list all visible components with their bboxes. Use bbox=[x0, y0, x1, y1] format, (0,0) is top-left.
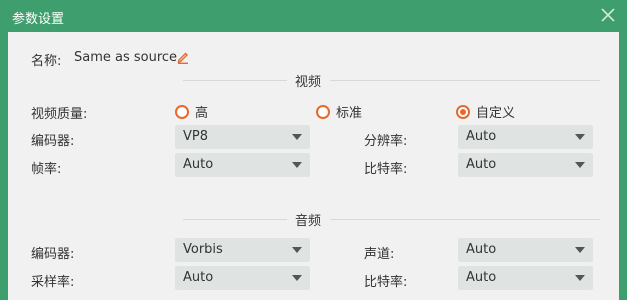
audio-encoder-label: 编码器: bbox=[31, 247, 75, 262]
chevron-down-icon bbox=[292, 134, 302, 140]
chevron-down-icon bbox=[575, 247, 585, 253]
chevron-down-icon bbox=[575, 275, 585, 281]
audio-bitrate-value: Auto bbox=[466, 270, 497, 285]
video-encoder-label: 编码器: bbox=[31, 134, 75, 149]
frame-rate-select[interactable]: Auto bbox=[175, 153, 310, 177]
settings-window: 参数设置 名称: Same as source 视频 视频质量: 高 标准 自定… bbox=[0, 0, 627, 300]
video-encoder-select[interactable]: VP8 bbox=[175, 125, 310, 149]
title-bar: 参数设置 bbox=[0, 0, 627, 32]
resolution-select[interactable]: Auto bbox=[458, 125, 593, 149]
frame-rate-value: Auto bbox=[183, 157, 214, 172]
chevron-down-icon bbox=[575, 162, 585, 168]
video-bitrate-select[interactable]: Auto bbox=[458, 153, 593, 177]
quality-radio-high[interactable]: 高 bbox=[175, 102, 208, 121]
video-bitrate-label: 比特率: bbox=[364, 162, 408, 177]
close-icon bbox=[601, 8, 615, 22]
channel-label: 声道: bbox=[364, 247, 395, 262]
audio-encoder-select[interactable]: Vorbis bbox=[175, 238, 310, 262]
radio-circle-checked bbox=[456, 104, 470, 119]
quality-option-custom: 自定义 bbox=[476, 106, 516, 121]
close-button[interactable] bbox=[597, 4, 619, 26]
chevron-down-icon bbox=[292, 275, 302, 281]
sample-rate-label: 采样率: bbox=[31, 275, 75, 290]
audio-bitrate-select[interactable]: Auto bbox=[458, 266, 593, 290]
chevron-down-icon bbox=[292, 247, 302, 253]
name-label: 名称: bbox=[31, 54, 62, 69]
video-encoder-value: VP8 bbox=[183, 129, 209, 144]
channel-select[interactable]: Auto bbox=[458, 238, 593, 262]
chevron-down-icon bbox=[292, 162, 302, 168]
video-bitrate-value: Auto bbox=[466, 157, 497, 172]
quality-radio-standard[interactable]: 标准 bbox=[316, 102, 362, 121]
audio-bitrate-label: 比特率: bbox=[364, 275, 408, 290]
quality-option-high: 高 bbox=[195, 106, 209, 121]
sample-rate-select[interactable]: Auto bbox=[175, 266, 310, 290]
video-quality-label: 视频质量: bbox=[31, 107, 88, 122]
audio-encoder-value: Vorbis bbox=[183, 242, 223, 257]
video-section-title: 视频 bbox=[295, 75, 322, 90]
video-divider-right bbox=[330, 80, 600, 81]
window-title: 参数设置 bbox=[12, 12, 65, 27]
pencil-icon bbox=[177, 52, 188, 65]
settings-panel: 名称: Same as source 视频 视频质量: 高 标准 自定义 编码器… bbox=[8, 32, 619, 300]
video-divider-left bbox=[183, 80, 287, 81]
quality-radio-custom[interactable]: 自定义 bbox=[456, 102, 515, 121]
edit-name-button[interactable] bbox=[176, 50, 190, 65]
radio-circle bbox=[175, 104, 189, 119]
sample-rate-value: Auto bbox=[183, 270, 214, 285]
frame-rate-label: 帧率: bbox=[31, 162, 62, 177]
audio-section-title: 音频 bbox=[295, 214, 322, 229]
name-value: Same as source bbox=[74, 50, 178, 65]
quality-option-standard: 标准 bbox=[336, 106, 363, 121]
channel-value: Auto bbox=[466, 242, 497, 257]
audio-divider-left bbox=[183, 219, 287, 220]
resolution-label: 分辨率: bbox=[364, 134, 408, 149]
chevron-down-icon bbox=[575, 134, 585, 140]
resolution-value: Auto bbox=[466, 129, 497, 144]
radio-circle bbox=[316, 104, 330, 119]
audio-divider-right bbox=[330, 219, 600, 220]
